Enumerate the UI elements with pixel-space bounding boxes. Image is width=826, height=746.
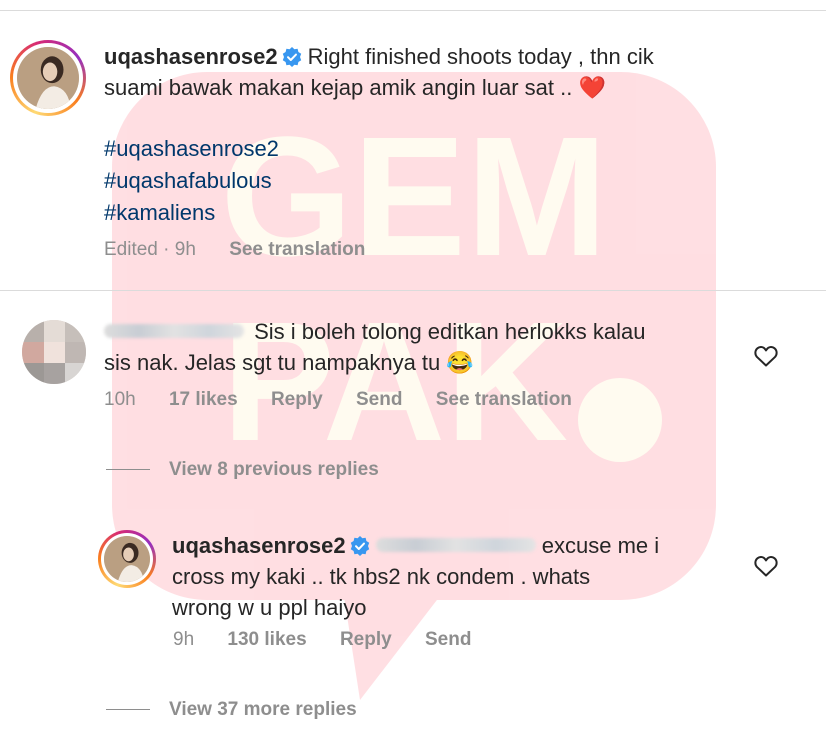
caption-line-2: suami bawak makan kejap amik angin luar … bbox=[104, 75, 606, 100]
view-replies-line bbox=[106, 709, 150, 710]
hashtag-link[interactable]: #uqashafabulous bbox=[104, 165, 272, 196]
view-more-replies-button[interactable]: View 37 more replies bbox=[169, 699, 357, 721]
top-divider bbox=[0, 10, 826, 11]
comment-text: Sis i boleh tolong editkan herlokks kala… bbox=[104, 316, 744, 378]
reply-line-2: cross my kaki .. tk hbs2 nk condem . wha… bbox=[172, 564, 591, 589]
send-button[interactable]: Send bbox=[425, 629, 471, 650]
reply-likes-count[interactable]: 130 likes bbox=[227, 629, 306, 650]
svg-text:GEM: GEM bbox=[220, 102, 607, 292]
comment-line-2: sis nak. Jelas sgt tu nampaknya tu 😂 bbox=[104, 350, 474, 375]
reply-time: 9h bbox=[173, 629, 195, 650]
reply-meta-row: 9h 130 likes Reply Send bbox=[173, 629, 499, 651]
reply-line-3: wrong w u ppl haiyo bbox=[172, 595, 367, 620]
caption-divider bbox=[0, 290, 826, 291]
see-translation-button[interactable]: See translation bbox=[436, 389, 572, 410]
like-heart-icon[interactable] bbox=[754, 345, 778, 367]
reply-author-avatar[interactable] bbox=[98, 530, 156, 588]
avatar-photo bbox=[104, 536, 150, 582]
avatar-photo bbox=[17, 47, 79, 109]
see-translation-button[interactable]: See translation bbox=[229, 239, 365, 260]
reply-button[interactable]: Reply bbox=[340, 629, 392, 650]
caption-line-1: Right finished shoots today , thn cik bbox=[307, 44, 654, 69]
send-button[interactable]: Send bbox=[356, 389, 402, 410]
reply-button[interactable]: Reply bbox=[271, 389, 323, 410]
post-username[interactable]: uqashasenrose2 bbox=[104, 44, 278, 69]
view-replies-line bbox=[106, 469, 150, 470]
blurred-username bbox=[104, 324, 244, 338]
reply-text: uqashasenrose2 excuse me i cross my kaki… bbox=[172, 530, 732, 623]
like-heart-icon[interactable] bbox=[754, 555, 778, 577]
blurred-mention bbox=[375, 538, 536, 552]
commenter-avatar[interactable] bbox=[22, 320, 86, 384]
post-meta-row: Edited · 9h See translation bbox=[104, 239, 393, 261]
post-author-avatar[interactable] bbox=[10, 40, 86, 116]
comment-line-1: Sis i boleh tolong editkan herlokks kala… bbox=[254, 319, 646, 344]
reply-line-1-tail: excuse me i bbox=[541, 533, 660, 558]
verified-badge-icon bbox=[350, 536, 369, 556]
post-caption: uqashasenrose2 Right finished shoots toda… bbox=[104, 41, 804, 103]
view-previous-replies-button[interactable]: View 8 previous replies bbox=[169, 459, 379, 481]
reply-username[interactable]: uqashasenrose2 bbox=[172, 533, 346, 558]
comment-meta-row: 10h 17 likes Reply Send See translation bbox=[104, 389, 600, 411]
comment-time: 10h bbox=[104, 389, 136, 410]
edited-label: Edited · 9h bbox=[104, 239, 196, 260]
hashtag-link[interactable]: #uqashasenrose2 bbox=[104, 133, 279, 164]
hashtag-link[interactable]: #kamaliens bbox=[104, 197, 215, 228]
verified-badge-icon bbox=[282, 47, 301, 67]
comment-likes-count[interactable]: 17 likes bbox=[169, 389, 238, 410]
